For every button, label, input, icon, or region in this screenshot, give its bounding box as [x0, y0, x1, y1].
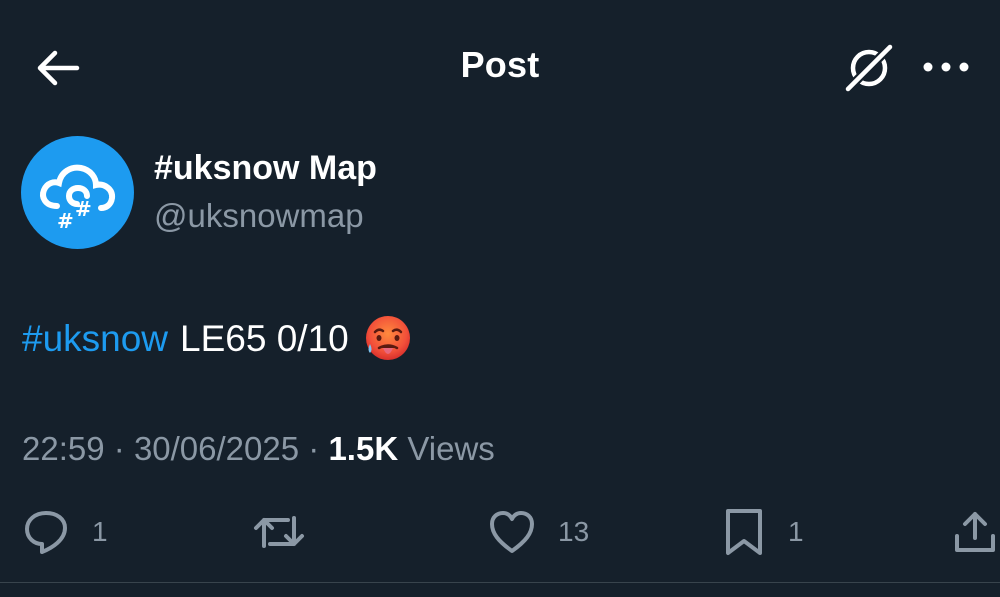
views-label[interactable]: Views — [407, 430, 494, 467]
top-bar: Post — [0, 0, 1000, 134]
more-options-button[interactable] — [918, 50, 974, 84]
post-date[interactable]: 30/06/2025 — [134, 430, 299, 467]
post-page: Post # # #uksnow Map @uksnowmap #uksnow … — [0, 0, 1000, 597]
reply-icon — [25, 511, 67, 554]
repost-button[interactable] — [252, 500, 328, 564]
tweet-body: LE65 0/10 — [180, 318, 349, 359]
action-bar: 1 13 1 — [0, 500, 1000, 570]
bookmark-button[interactable]: 1 — [722, 500, 804, 564]
hashtag-link[interactable]: #uksnow — [22, 318, 168, 360]
repost-icon — [254, 516, 304, 548]
grok-icon — [843, 42, 895, 94]
svg-text:#: # — [57, 209, 74, 233]
hot-face-emoji-icon — [363, 314, 413, 364]
views-count[interactable]: 1.5K — [328, 430, 398, 467]
tweet-text: #uksnow LE65 0/10 — [22, 314, 413, 364]
more-horizontal-icon — [923, 62, 969, 72]
meta-separator: · — [113, 430, 134, 467]
bookmark-icon — [726, 509, 762, 555]
heart-icon — [490, 511, 534, 553]
grok-button[interactable] — [842, 42, 896, 94]
reply-count: 1 — [92, 516, 108, 547]
share-icon — [955, 512, 995, 552]
share-button[interactable] — [952, 500, 998, 564]
reply-button[interactable]: 1 — [22, 500, 108, 564]
post-meta: 22:59 · 30/06/2025 · 1.5K Views — [22, 430, 495, 468]
divider — [0, 582, 1000, 583]
bookmark-count: 1 — [788, 516, 804, 547]
meta-separator: · — [308, 430, 329, 467]
post-time: 22:59 — [22, 430, 105, 467]
like-button[interactable]: 13 — [488, 500, 589, 564]
display-name[interactable]: #uksnow Map — [154, 149, 377, 188]
avatar[interactable]: # # — [21, 136, 134, 249]
like-count: 13 — [558, 516, 590, 547]
snow-cloud-hashtag-icon: # # — [39, 164, 115, 233]
svg-text:#: # — [75, 197, 92, 221]
user-handle[interactable]: @uksnowmap — [154, 197, 364, 235]
